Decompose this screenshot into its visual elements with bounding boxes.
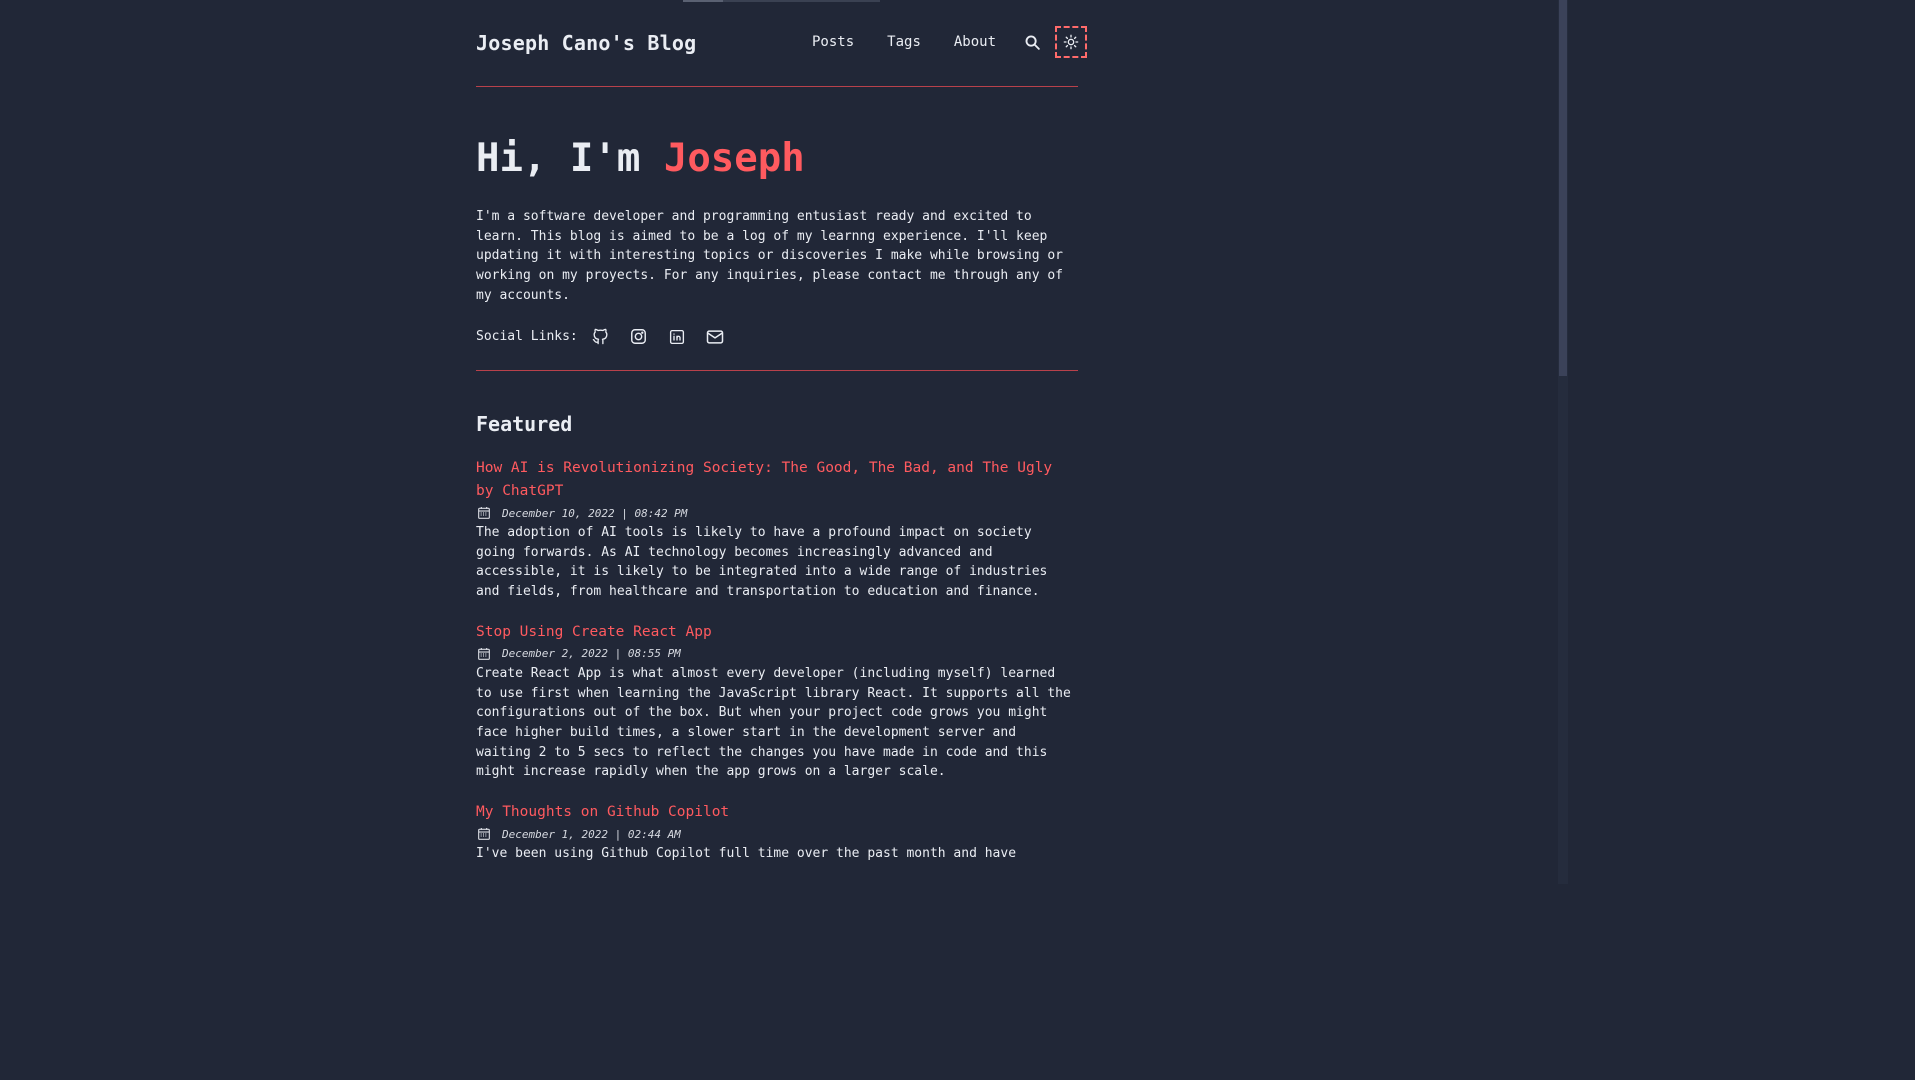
- calendar-icon: [476, 826, 492, 842]
- hero-section: Hi, I'm Joseph I'm a software developer …: [476, 87, 1078, 371]
- calendar-icon: [476, 505, 492, 521]
- social-label: Social Links:: [476, 329, 578, 345]
- post-title-link[interactable]: Stop Using Create React App: [476, 621, 1078, 644]
- nav-tags[interactable]: Tags: [887, 34, 921, 50]
- post-meta: December 10, 2022 | 08:42 PM: [476, 503, 1078, 523]
- github-icon[interactable]: [588, 324, 614, 350]
- site-title[interactable]: Joseph Cano's Blog: [476, 31, 696, 55]
- post-date: December 2, 2022 | 08:55 PM: [502, 647, 681, 661]
- post-meta: December 1, 2022 | 02:44 AM: [476, 824, 1078, 844]
- post-date: December 10, 2022 | 08:42 PM: [502, 506, 688, 520]
- page: Joseph Cano's Blog Posts Tags About Hi, …: [0, 0, 1568, 884]
- main-nav: Posts Tags About: [812, 26, 1088, 58]
- hero-name: Joseph: [663, 136, 805, 181]
- social-links: Social Links:: [476, 324, 1078, 350]
- linkedin-icon[interactable]: [664, 324, 690, 350]
- theme-toggle-button[interactable]: [1055, 26, 1088, 58]
- site-header: Joseph Cano's Blog Posts Tags About: [476, 0, 1088, 87]
- sun-icon: [1063, 34, 1079, 50]
- post-title-link[interactable]: How AI is Revolutionizing Society: The G…: [476, 457, 1078, 503]
- scrollbar[interactable]: [1558, 0, 1568, 884]
- featured-heading: Featured: [476, 412, 573, 436]
- calendar-icon: [476, 646, 492, 662]
- nav-about[interactable]: About: [954, 34, 996, 50]
- featured-section: Featured How AI is Revolutionizing Socie…: [476, 371, 1078, 864]
- post-description: The adoption of AI tools is likely to ha…: [476, 525, 1048, 600]
- scrollbar-thumb[interactable]: [1559, 0, 1567, 376]
- post-date: December 1, 2022 | 02:44 AM: [502, 827, 681, 841]
- hero-greeting: Hi, I'm: [476, 136, 664, 181]
- post-item: Stop Using Create React App December 2, …: [476, 621, 1078, 782]
- hero-heading: Hi, I'm Joseph: [476, 135, 1078, 183]
- nav-posts[interactable]: Posts: [812, 34, 854, 50]
- post-item: My Thoughts on Github Copilot December 1…: [476, 801, 1078, 864]
- main-container: Joseph Cano's Blog Posts Tags About Hi, …: [476, 0, 1088, 883]
- post-description: Create React App is what almost every de…: [476, 665, 1071, 780]
- mail-icon[interactable]: [702, 324, 728, 350]
- post-title-link[interactable]: My Thoughts on Github Copilot: [476, 801, 1078, 824]
- post-description: I've been using Github Copilot full time…: [476, 846, 1017, 862]
- hero-intro: I'm a software developer and programming…: [476, 209, 1063, 303]
- post-item: How AI is Revolutionizing Society: The G…: [476, 457, 1078, 602]
- search-icon[interactable]: [1022, 32, 1042, 52]
- instagram-icon[interactable]: [626, 324, 652, 350]
- post-meta: December 2, 2022 | 08:55 PM: [476, 644, 1078, 664]
